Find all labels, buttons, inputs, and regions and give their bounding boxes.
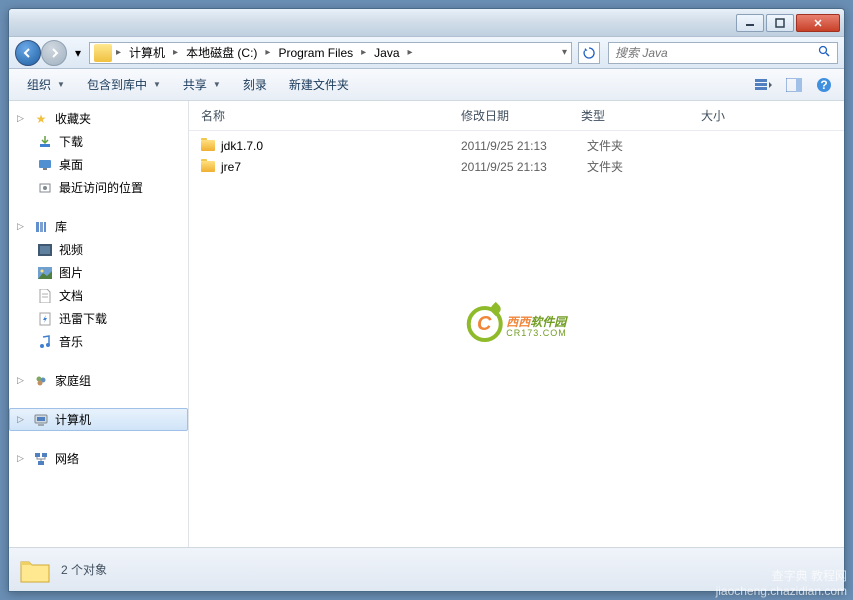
star-icon: ★ xyxy=(33,111,49,127)
share-button[interactable]: 共享▼ xyxy=(173,72,231,97)
back-button[interactable] xyxy=(15,40,41,66)
column-date[interactable]: 修改日期 xyxy=(461,107,581,124)
burn-button[interactable]: 刻录 xyxy=(233,72,277,97)
new-folder-button[interactable]: 新建文件夹 xyxy=(279,72,359,97)
close-button[interactable] xyxy=(796,14,840,32)
sidebar-item-recent[interactable]: 最近访问的位置 xyxy=(9,176,188,199)
homegroup-icon xyxy=(33,373,49,389)
breadcrumb-item[interactable]: Program Files xyxy=(272,43,359,63)
sidebar-item-documents[interactable]: 文档 xyxy=(9,284,188,307)
sidebar-item-music[interactable]: 音乐 xyxy=(9,330,188,353)
history-dropdown[interactable]: ▾ xyxy=(71,41,85,65)
sidebar-network[interactable]: ▷ 网络 xyxy=(9,447,188,470)
chevron-down-icon[interactable]: ▾ xyxy=(560,47,569,58)
column-headers: 名称 修改日期 类型 大小 xyxy=(189,101,844,131)
collapse-icon: ▷ xyxy=(17,375,27,386)
file-row[interactable]: jre7 2011/9/25 21:13 文件夹 xyxy=(189,156,844,177)
file-pane: 名称 修改日期 类型 大小 jdk1.7.0 2011/9/25 21:13 文… xyxy=(189,101,844,547)
sidebar: ▷ ★ 收藏夹 下载 桌面 最近访问的位置 ▷ 库 视频 图片 文档 迅雷下载 … xyxy=(9,101,189,547)
maximize-button[interactable] xyxy=(766,14,794,32)
sidebar-item-downloads[interactable]: 下载 xyxy=(9,130,188,153)
music-icon xyxy=(37,334,53,350)
search-icon xyxy=(818,45,831,61)
chevron-right-icon: ▸ xyxy=(114,47,123,58)
column-type[interactable]: 类型 xyxy=(581,107,701,124)
chevron-right-icon: ▸ xyxy=(406,47,415,58)
sidebar-computer[interactable]: ▷ 计算机 xyxy=(9,408,188,431)
watermark-logo: C 西西软件园 CR173.COM xyxy=(466,306,567,342)
statusbar: 2 个对象 xyxy=(9,547,844,591)
preview-pane-button[interactable] xyxy=(782,73,806,97)
collapse-icon: ▷ xyxy=(17,414,27,425)
minimize-button[interactable] xyxy=(736,14,764,32)
chevron-right-icon: ▸ xyxy=(359,47,368,58)
navbar: ▾ ▸ 计算机 ▸ 本地磁盘 (C:) ▸ Program Files ▸ Ja… xyxy=(9,37,844,69)
sidebar-item-thunder[interactable]: 迅雷下载 xyxy=(9,307,188,330)
sidebar-favorites[interactable]: ▷ ★ 收藏夹 xyxy=(9,107,188,130)
search-box[interactable] xyxy=(608,42,838,64)
help-button[interactable]: ? xyxy=(812,73,836,97)
sidebar-item-desktop[interactable]: 桌面 xyxy=(9,153,188,176)
document-icon xyxy=(37,288,53,304)
toolbar: 组织▼ 包含到库中▼ 共享▼ 刻录 新建文件夹 ? xyxy=(9,69,844,101)
organize-button[interactable]: 组织▼ xyxy=(17,72,75,97)
search-input[interactable] xyxy=(615,46,818,60)
svg-text:?: ? xyxy=(820,78,827,92)
collapse-icon: ▷ xyxy=(17,453,27,464)
library-icon xyxy=(33,219,49,235)
include-library-button[interactable]: 包含到库中▼ xyxy=(77,72,171,97)
column-size[interactable]: 大小 xyxy=(701,107,781,124)
desktop-icon xyxy=(37,157,53,173)
folder-icon xyxy=(201,161,215,172)
chevron-right-icon: ▸ xyxy=(263,47,272,58)
picture-icon xyxy=(37,265,53,281)
view-button[interactable] xyxy=(752,73,776,97)
refresh-button[interactable] xyxy=(578,42,600,64)
titlebar xyxy=(9,9,844,37)
breadcrumb-item[interactable]: 本地磁盘 (C:) xyxy=(180,43,263,63)
sidebar-homegroup[interactable]: ▷ 家庭组 xyxy=(9,369,188,392)
folder-icon xyxy=(94,44,112,62)
explorer-window: ▾ ▸ 计算机 ▸ 本地磁盘 (C:) ▸ Program Files ▸ Ja… xyxy=(8,8,845,592)
breadcrumb-item[interactable]: Java xyxy=(368,43,405,63)
video-icon xyxy=(37,242,53,258)
sidebar-libraries[interactable]: ▷ 库 xyxy=(9,215,188,238)
breadcrumb[interactable]: ▸ 计算机 ▸ 本地磁盘 (C:) ▸ Program Files ▸ Java… xyxy=(89,42,572,64)
chevron-right-icon: ▸ xyxy=(171,47,180,58)
status-text: 2 个对象 xyxy=(61,561,107,578)
download-icon xyxy=(37,134,53,150)
collapse-icon: ▷ xyxy=(17,113,27,124)
computer-icon xyxy=(33,412,49,428)
recent-icon xyxy=(37,180,53,196)
breadcrumb-item[interactable]: 计算机 xyxy=(123,43,171,63)
forward-button[interactable] xyxy=(41,40,67,66)
sidebar-item-videos[interactable]: 视频 xyxy=(9,238,188,261)
sidebar-item-pictures[interactable]: 图片 xyxy=(9,261,188,284)
folder-icon xyxy=(201,140,215,151)
column-name[interactable]: 名称 xyxy=(201,107,461,124)
collapse-icon: ▷ xyxy=(17,221,27,232)
file-list: jdk1.7.0 2011/9/25 21:13 文件夹 jre7 2011/9… xyxy=(189,131,844,181)
thunder-icon xyxy=(37,311,53,327)
folder-large-icon xyxy=(19,556,51,584)
file-row[interactable]: jdk1.7.0 2011/9/25 21:13 文件夹 xyxy=(189,135,844,156)
network-icon xyxy=(33,451,49,467)
